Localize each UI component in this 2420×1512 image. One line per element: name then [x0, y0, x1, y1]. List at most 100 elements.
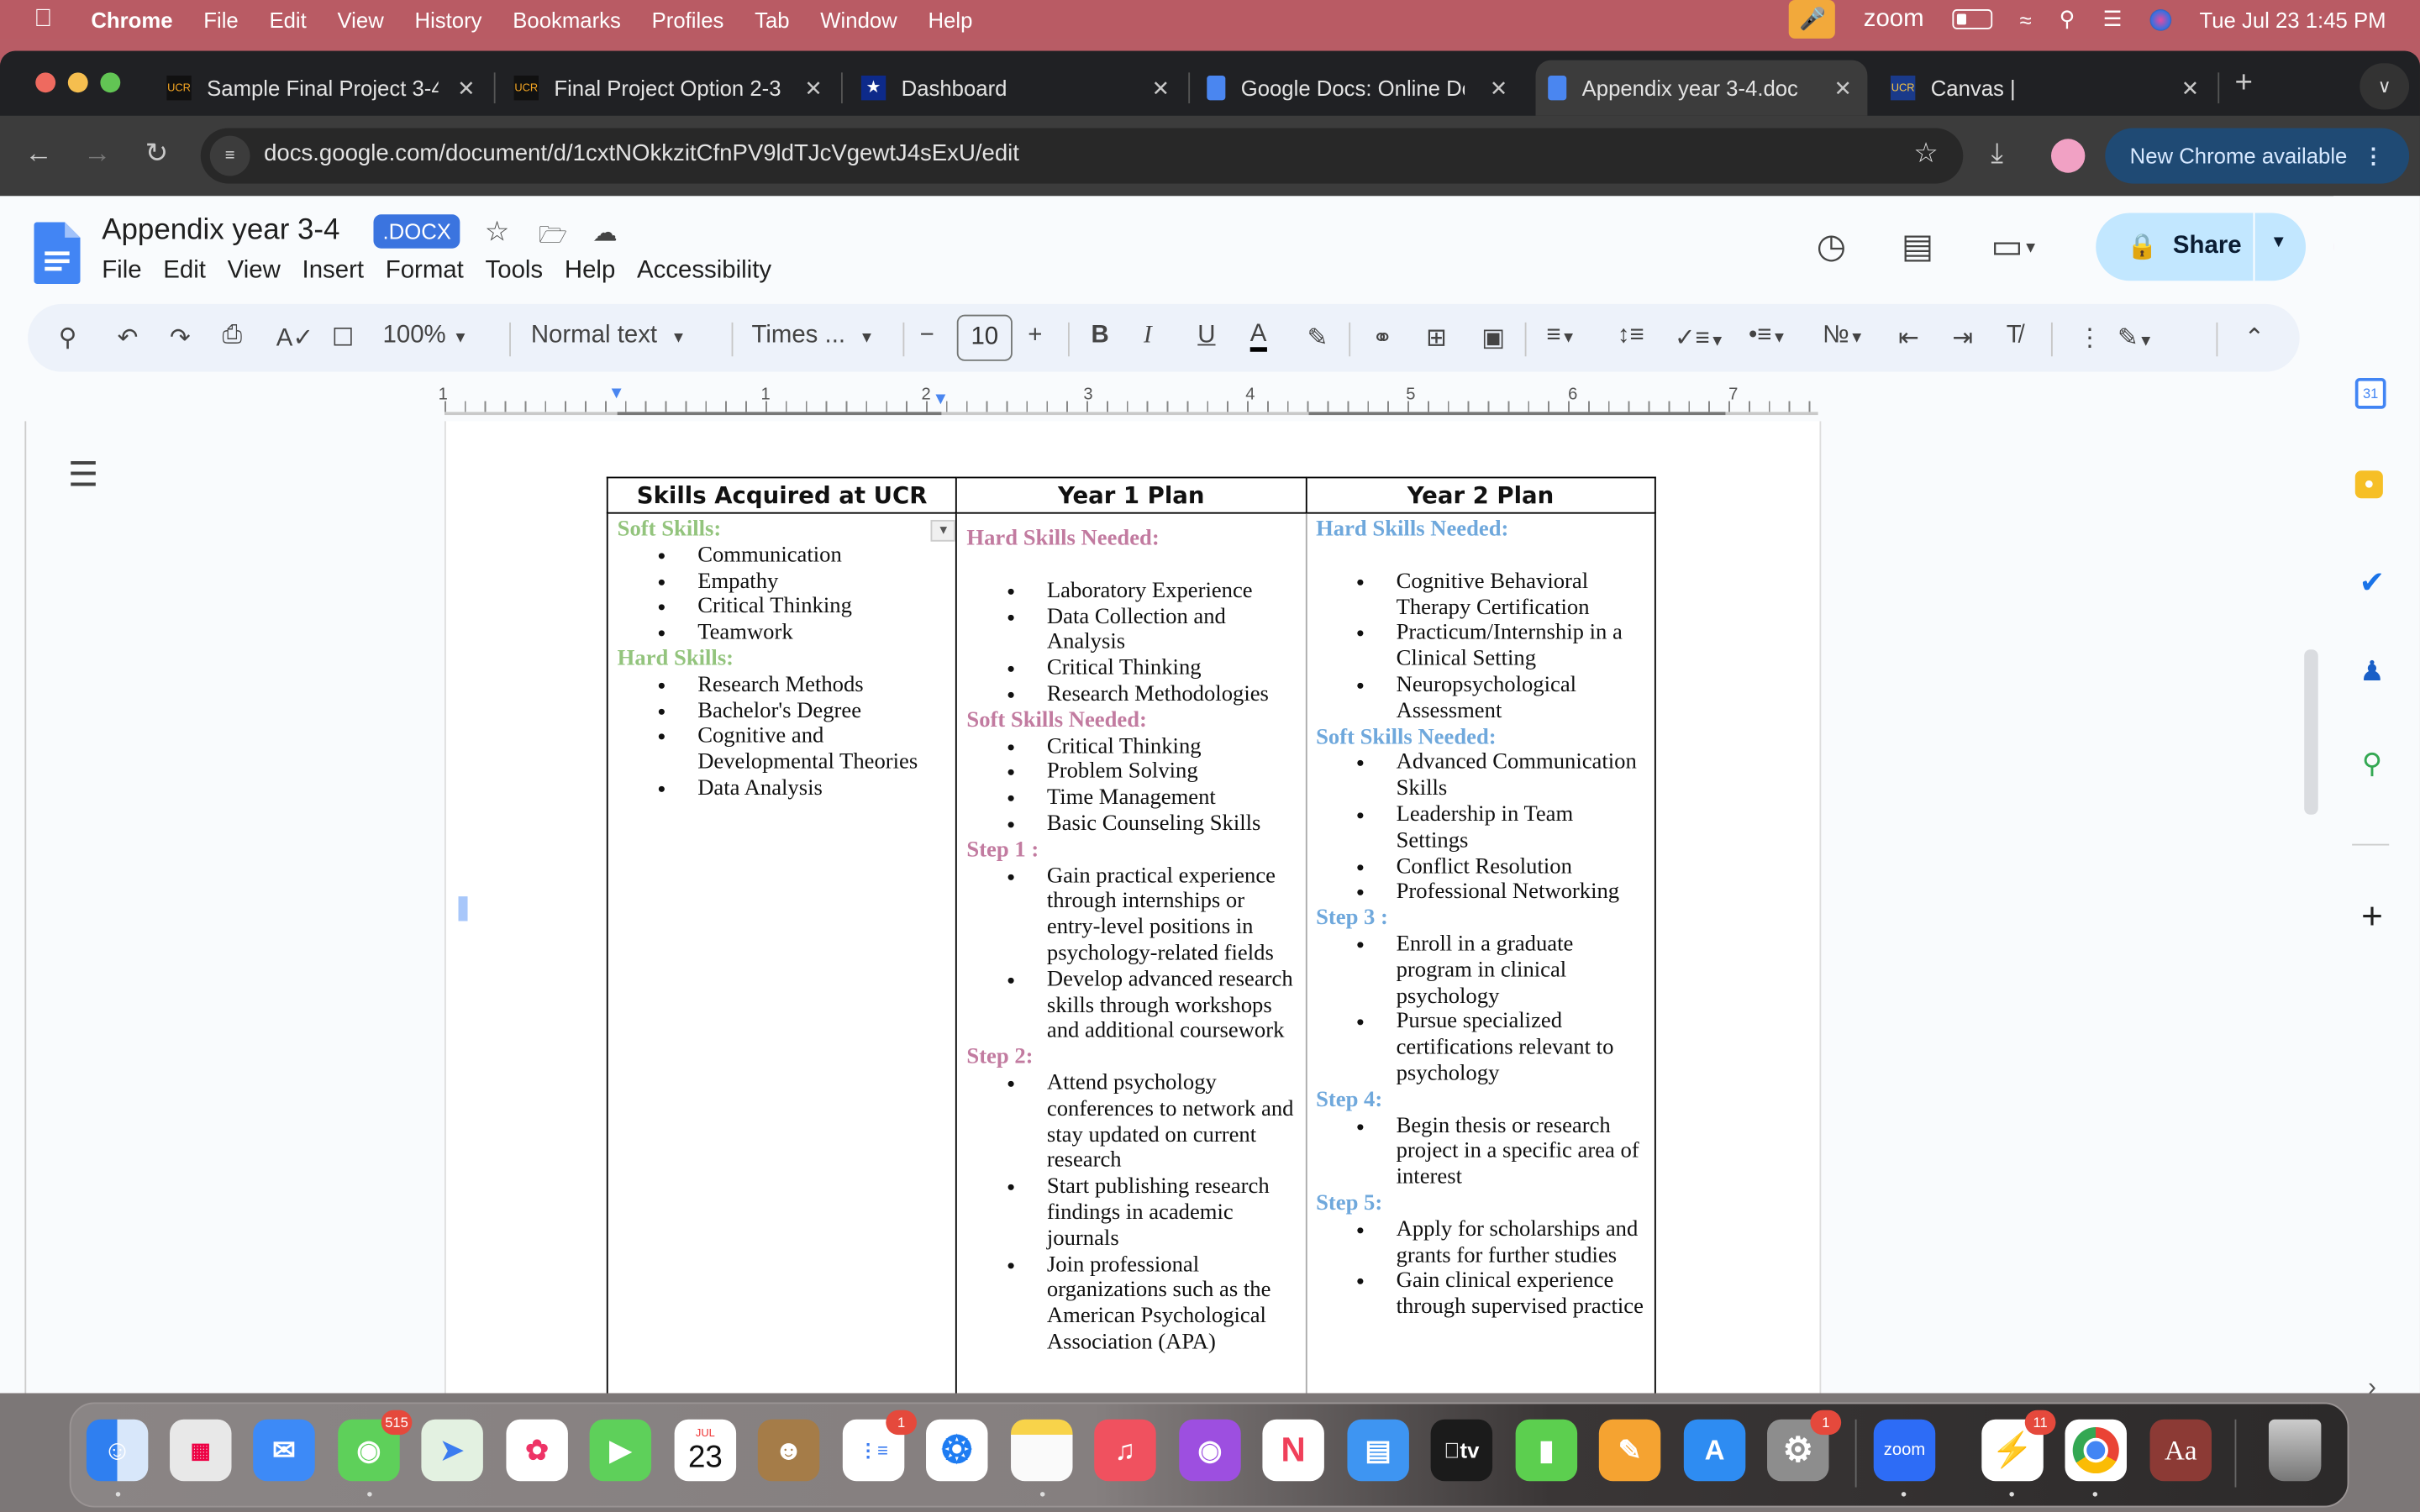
dock-podcasts-icon[interactable]: ◉ — [1179, 1419, 1241, 1482]
more-menu-icon[interactable]: ⋮ — [2363, 143, 2385, 169]
dock-photos-icon[interactable]: ✿ — [506, 1419, 568, 1482]
vertical-ruler[interactable] — [0, 421, 27, 1394]
dock-numbers-icon[interactable]: ▮ — [1515, 1419, 1578, 1482]
search-menus-icon[interactable]: ⚲ — [59, 323, 77, 354]
new-tab-button[interactable]: + — [2235, 66, 2253, 102]
spotlight-search-icon[interactable]: ⚲ — [2060, 6, 2075, 32]
close-window-button[interactable] — [35, 72, 56, 93]
docs-menu-edit[interactable]: Edit — [163, 258, 206, 286]
dock-messenger-icon[interactable]: ⚡ 11 — [1981, 1410, 2056, 1482]
column-header-year2[interactable]: Year 2 Plan — [1305, 476, 1656, 514]
cell-skills-acquired[interactable]: ▼ Soft Skills: Communication Empathy Cri… — [606, 512, 958, 1394]
text-color-button[interactable]: A — [1249, 322, 1267, 352]
close-tab-icon[interactable]: ✕ — [457, 75, 476, 101]
dock-maps-icon[interactable]: ➤ — [421, 1419, 483, 1482]
new-chrome-available-button[interactable]: New Chrome available ⋮ — [2105, 128, 2410, 184]
tab-final-project-option[interactable]: UCR Final Project Option 2-3 ✕ — [513, 60, 839, 116]
tab-google-docs-home[interactable]: Google Docs: Online Do ✕ — [1207, 60, 1523, 116]
docx-badge[interactable]: .DOCX — [373, 214, 460, 249]
docs-menu-help[interactable]: Help — [565, 258, 615, 286]
docs-menu-insert[interactable]: Insert — [302, 258, 364, 286]
tab-sample-final-project[interactable]: UCR Sample Final Project 3-4 ✕ — [166, 60, 491, 116]
document-title[interactable]: Appendix year 3-4 — [102, 214, 339, 248]
add-comment-icon[interactable]: ⊞ — [1426, 323, 1447, 354]
docs-menu-view[interactable]: View — [228, 258, 281, 286]
cell-year2-plan[interactable]: Hard Skills Needed: Cognitive Behavioral… — [1305, 512, 1656, 1394]
insert-link-icon[interactable]: ⚭ — [1372, 323, 1393, 354]
bold-button[interactable]: B — [1092, 323, 1109, 350]
dock-calendar-icon[interactable]: JUL 23 — [674, 1419, 737, 1482]
align-icon[interactable]: ≡▼ — [1546, 323, 1576, 350]
dock-music-icon[interactable]: ♫ — [1094, 1419, 1156, 1482]
increase-indent-icon[interactable]: ⇥ — [1952, 323, 1973, 354]
redo-icon[interactable]: ↷ — [170, 323, 191, 354]
collapse-side-panel-icon[interactable]: › — [2355, 1374, 2389, 1393]
clock[interactable]: Tue Jul 23 1:45 PM — [2199, 7, 2386, 31]
google-calendar-icon[interactable]: 31 — [2354, 377, 2386, 409]
move-folder-icon[interactable]: 🗁 — [539, 219, 567, 258]
column-header-year1[interactable]: Year 1 Plan — [955, 476, 1307, 514]
docs-menu-format[interactable]: Format — [386, 258, 464, 286]
cell-dropdown-icon[interactable]: ▼ — [931, 519, 956, 542]
undo-icon[interactable]: ↶ — [118, 323, 139, 354]
menu-file[interactable]: File — [203, 7, 238, 31]
print-icon[interactable]: ⎙ — [222, 323, 242, 350]
docs-menu-file[interactable]: File — [102, 258, 141, 286]
column-header-skills[interactable]: Skills Acquired at UCR — [606, 476, 958, 514]
hide-menus-icon[interactable]: ⌃ — [2244, 323, 2265, 354]
address-bar[interactable]: ≡ docs.google.com/document/d/1cxtNOkkzit… — [200, 128, 1964, 184]
editing-mode-icon[interactable]: ✎▼ — [2118, 323, 2154, 354]
url-text[interactable]: docs.google.com/document/d/1cxtNOkkzitCf… — [264, 140, 1019, 166]
google-tasks-icon[interactable]: ✔ — [2355, 563, 2389, 600]
star-icon[interactable]: ☆ — [485, 216, 510, 249]
insert-image-icon[interactable]: ▣ — [1481, 323, 1505, 354]
dock-messages-icon[interactable]: ◉ 515 — [338, 1410, 413, 1482]
line-spacing-icon[interactable]: ↕≡ — [1618, 323, 1644, 350]
menu-profiles[interactable]: Profiles — [652, 7, 724, 31]
docs-menu-tools[interactable]: Tools — [486, 258, 544, 286]
bulleted-list-icon[interactable]: •≡▼ — [1749, 323, 1787, 350]
left-indent-marker[interactable]: ▼ — [608, 384, 625, 402]
dock-contacts-icon[interactable]: ☻ — [757, 1419, 820, 1482]
numbered-list-icon[interactable]: №▼ — [1823, 323, 1865, 350]
meet-video-icon[interactable]: ▭▼ — [1991, 227, 2038, 267]
vertical-scrollbar[interactable] — [2304, 649, 2318, 815]
dock-notes-icon[interactable] — [1011, 1419, 1073, 1482]
docs-menu-accessibility[interactable]: Accessibility — [637, 258, 771, 286]
apple-icon[interactable]:  — [34, 5, 65, 33]
clear-formatting-icon[interactable]: T̸ — [2007, 323, 2022, 350]
menu-app-chrome[interactable]: Chrome — [91, 7, 172, 31]
increase-font-size-button[interactable]: + — [1028, 323, 1042, 350]
dock-dictionary-icon[interactable]: Aa — [2149, 1419, 2212, 1482]
right-indent-marker[interactable]: ▼ — [932, 391, 949, 409]
menu-edit[interactable]: Edit — [269, 7, 306, 31]
checklist-icon[interactable]: ✓≡▼ — [1675, 323, 1725, 354]
share-button[interactable]: 🔒 Share ▼ — [2096, 213, 2307, 281]
font-family-select[interactable]: Times ... ▼ — [751, 323, 874, 350]
underline-button[interactable]: U — [1197, 323, 1215, 350]
profile-avatar[interactable] — [2050, 139, 2086, 173]
document-outline-icon[interactable]: ☰ — [68, 455, 98, 496]
paragraph-style-select[interactable]: Normal text ▼ — [531, 323, 687, 350]
cloud-saved-icon[interactable]: ☁ — [592, 218, 617, 249]
dock-system-settings-icon[interactable]: ⚙ 1 — [1767, 1410, 1842, 1482]
google-maps-icon[interactable]: ⚲ — [2355, 748, 2389, 782]
decrease-indent-icon[interactable]: ⇤ — [1898, 323, 1919, 354]
dock-facetime-icon[interactable]: ▶ — [589, 1419, 652, 1482]
menu-tab[interactable]: Tab — [755, 7, 789, 31]
version-history-icon[interactable]: ◷ — [1817, 227, 1846, 267]
dock-safari-icon[interactable]: ❂ — [926, 1419, 988, 1482]
control-center-icon[interactable]: ☰ — [2103, 6, 2123, 32]
dock-chrome-icon[interactable] — [2065, 1419, 2127, 1482]
dock-app-store-icon[interactable]: A — [1683, 1419, 1746, 1482]
site-settings-icon[interactable]: ≡ — [209, 135, 250, 176]
spellcheck-icon[interactable]: A✓ — [276, 323, 313, 354]
dock-reminders-icon[interactable]: ⋮≡ 1 — [842, 1410, 917, 1482]
dock-news-icon[interactable]: N — [1262, 1419, 1324, 1482]
zoom-select[interactable]: 100% ▼ — [383, 323, 469, 350]
forward-button[interactable]: → — [83, 137, 111, 170]
bookmark-star-icon[interactable]: ☆ — [1913, 137, 1939, 170]
font-size-input[interactable]: 10 — [956, 314, 1013, 361]
dock-mail-icon[interactable]: ✉ — [253, 1419, 315, 1482]
paint-format-icon[interactable]: ☐ — [332, 323, 354, 354]
